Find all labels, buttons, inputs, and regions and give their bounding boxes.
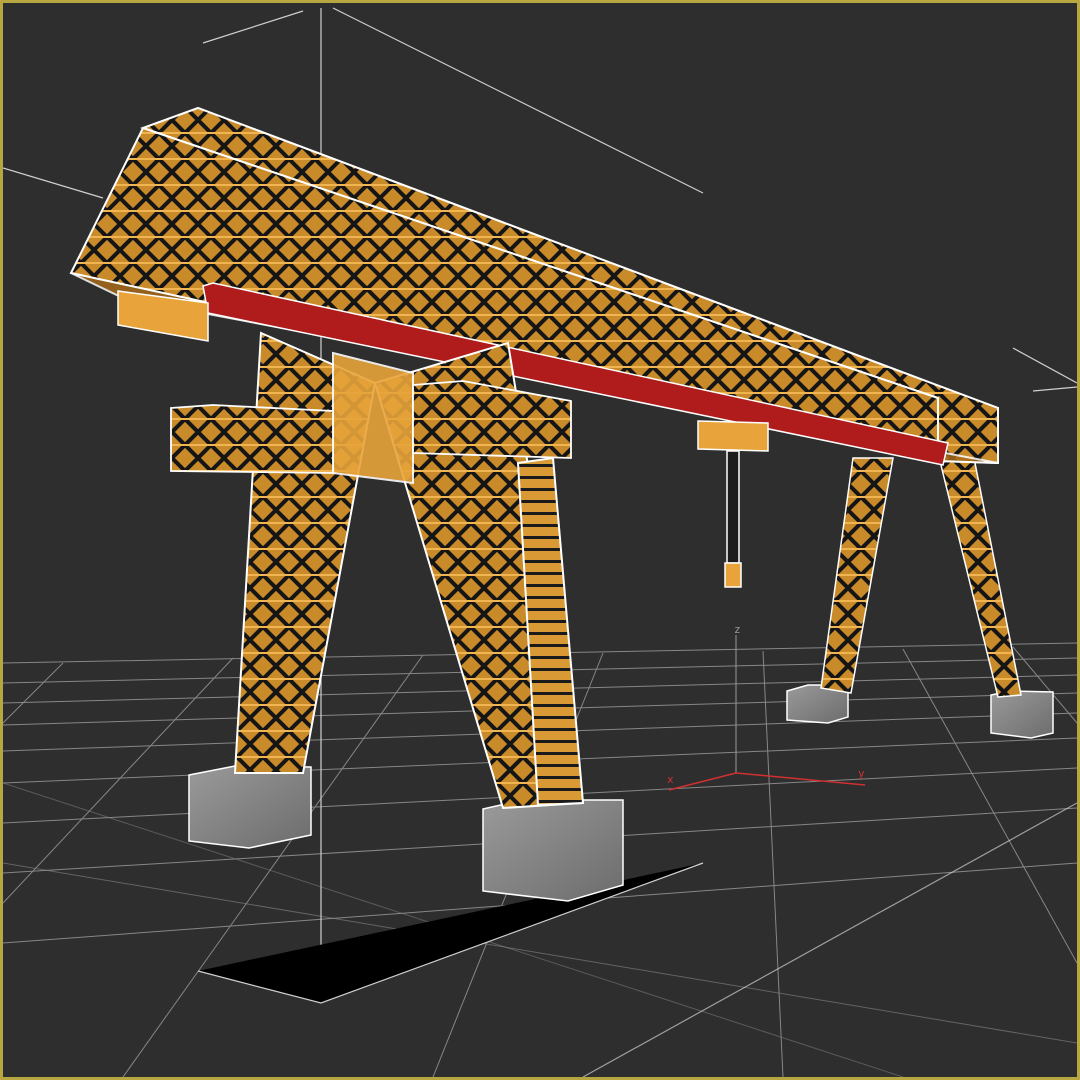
x-axis-label: x bbox=[667, 773, 674, 786]
y-axis-label: y bbox=[858, 767, 865, 780]
crane-leg-far bbox=[820, 452, 1022, 698]
perspective-scene[interactable]: z x y bbox=[3, 3, 1077, 1077]
hoist-trolley bbox=[697, 420, 769, 588]
z-axis-label: z bbox=[734, 623, 741, 636]
3d-viewport[interactable]: z x y bbox=[0, 0, 1080, 1080]
concrete-footings bbox=[188, 684, 1054, 902]
